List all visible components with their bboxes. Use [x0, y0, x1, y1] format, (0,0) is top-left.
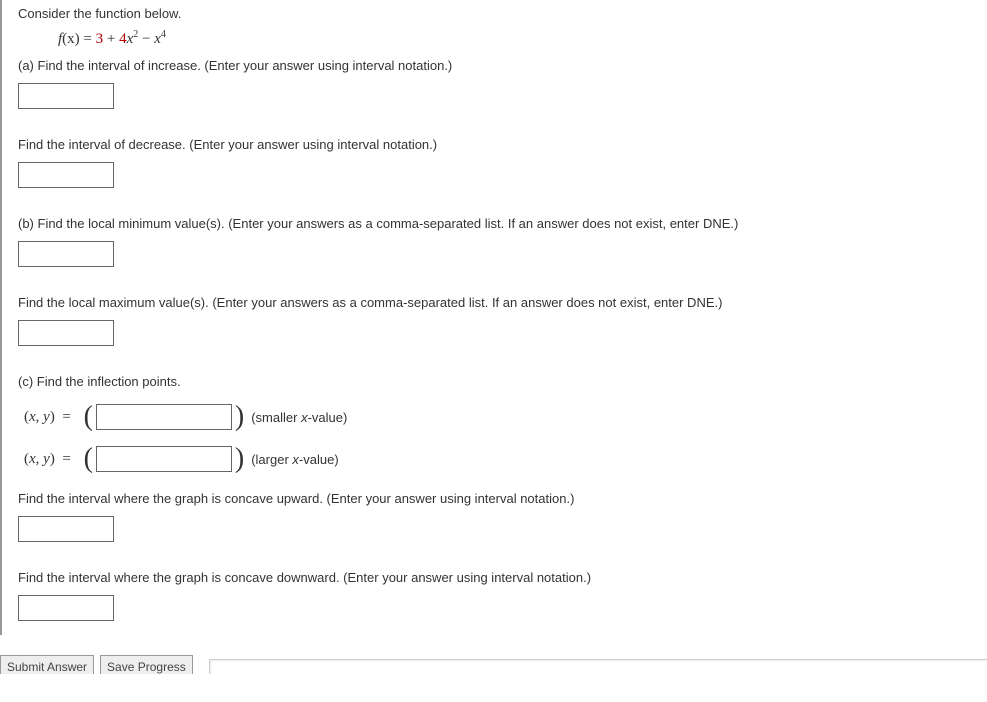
part-a1-text: (a) Find the interval of increase. (Ente… [18, 58, 987, 73]
part-c-head-block: (c) Find the inflection points. (x, y) =… [18, 374, 987, 473]
formula-x4: x [154, 31, 161, 47]
part-a2-text: Find the interval of decrease. (Enter yo… [18, 137, 987, 152]
local-max-input[interactable] [18, 320, 114, 346]
paren-close-2: ) [235, 445, 244, 473]
inflection-row-1: (x, y) = ( ) (smaller x-value) [18, 403, 987, 431]
part-b2-block: Find the local maximum value(s). (Enter … [18, 295, 987, 346]
inflection-row-2: (x, y) = ( ) (larger x-value) [18, 445, 987, 473]
interval-increase-input[interactable] [18, 83, 114, 109]
interval-decrease-input[interactable] [18, 162, 114, 188]
question-container: Consider the function below. f(x) = 3 + … [0, 0, 987, 635]
hint-larger: (larger x-value) [251, 452, 338, 467]
formula-sup4: 4 [161, 29, 166, 40]
submit-answer-button[interactable]: Submit Answer [0, 655, 94, 674]
concave-down-text: Find the interval where the graph is con… [18, 570, 987, 585]
formula-c1: 3 [96, 31, 104, 47]
xy-label-2: (x, y) = [24, 451, 75, 468]
save-progress-button[interactable]: Save Progress [100, 655, 193, 674]
hint-smaller: (smaller x-value) [251, 410, 347, 425]
paren-close-1: ) [235, 403, 244, 431]
part-c-head-text: (c) Find the inflection points. [18, 374, 987, 389]
part-b1-block: (b) Find the local minimum value(s). (En… [18, 216, 987, 267]
intro-text: Consider the function below. [18, 6, 987, 21]
concave-up-input[interactable] [18, 516, 114, 542]
part-a1-block: (a) Find the interval of increase. (Ente… [18, 58, 987, 109]
formula-open: (x) = [62, 31, 95, 47]
inflection-input-2[interactable] [96, 446, 232, 472]
formula-c2: 4 [119, 31, 127, 47]
part-b1-text: (b) Find the local minimum value(s). (En… [18, 216, 987, 231]
part-b2-text: Find the local maximum value(s). (Enter … [18, 295, 987, 310]
paren-open-2: ( [84, 445, 93, 473]
concave-down-block: Find the interval where the graph is con… [18, 570, 987, 621]
formula-plus: + [103, 31, 119, 47]
concave-down-input[interactable] [18, 595, 114, 621]
part-a2-block: Find the interval of decrease. (Enter yo… [18, 137, 987, 188]
feedback-area [209, 659, 987, 674]
concave-up-block: Find the interval where the graph is con… [18, 491, 987, 542]
xy-label-1: (x, y) = [24, 409, 75, 426]
function-formula: f(x) = 3 + 4x2 − x4 [58, 29, 987, 48]
local-min-input[interactable] [18, 241, 114, 267]
inflection-input-1[interactable] [96, 404, 232, 430]
button-row: Submit Answer Save Progress [0, 655, 987, 674]
formula-minus: − [138, 31, 154, 47]
paren-open-1: ( [84, 403, 93, 431]
concave-up-text: Find the interval where the graph is con… [18, 491, 987, 506]
